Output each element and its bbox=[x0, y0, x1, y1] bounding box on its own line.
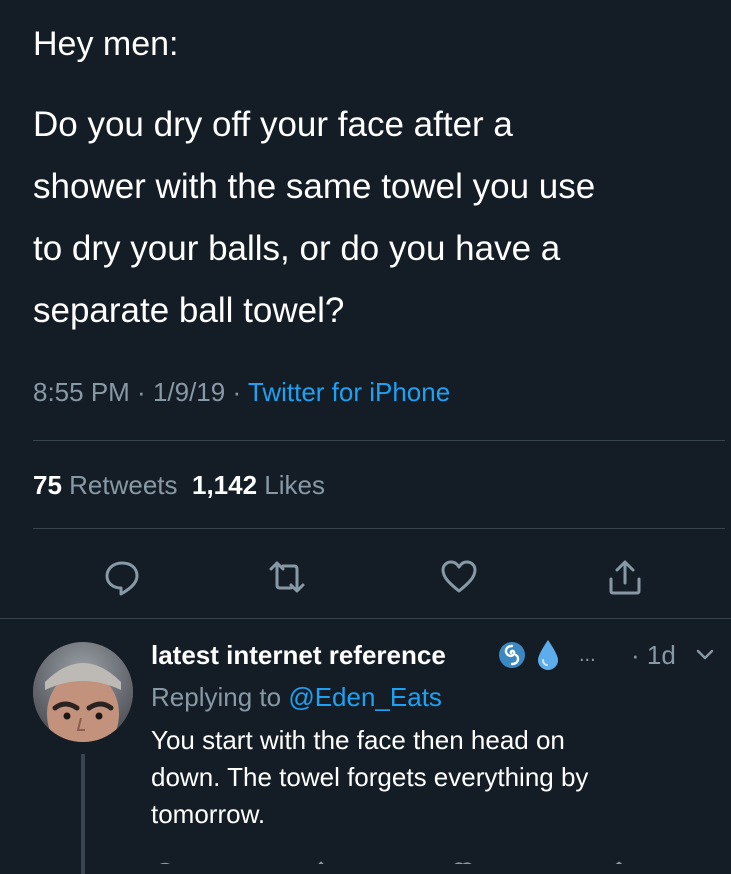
reply-tweet[interactable]: latest internet reference ... · 1d Reply… bbox=[0, 620, 731, 874]
reply-author-name[interactable]: latest internet reference bbox=[151, 636, 446, 674]
tweet-actions bbox=[0, 552, 731, 602]
retweets-stat[interactable]: 75 Retweets bbox=[33, 470, 178, 500]
retweets-count: 75 bbox=[33, 470, 62, 500]
tweet-time: 8:55 PM bbox=[33, 377, 130, 407]
avatar[interactable] bbox=[33, 642, 133, 742]
meta-separator: · bbox=[129, 377, 153, 407]
tweet-body-line: to dry your balls, or do you have a bbox=[33, 229, 561, 268]
tweet-stats: 75 Retweets 1,142 Likes bbox=[33, 467, 325, 503]
tweet-body-line: separate ball towel? bbox=[33, 291, 345, 330]
chevron-down-icon[interactable] bbox=[694, 644, 716, 671]
likes-stat[interactable]: 1,142 Likes bbox=[192, 470, 325, 500]
share-button[interactable] bbox=[600, 552, 650, 602]
reply-body-line: tomorrow. bbox=[151, 799, 266, 829]
likes-count: 1,142 bbox=[191, 470, 258, 500]
replying-to: Replying to @Eden_Eats bbox=[151, 678, 442, 716]
divider bbox=[0, 618, 731, 619]
tweet-meta: 8:55 PM · 1/9/19 · Twitter for iPhone bbox=[33, 374, 450, 410]
replying-handle-link[interactable]: @Eden_Eats bbox=[288, 682, 442, 712]
divider bbox=[33, 440, 725, 441]
replying-prefix: Replying to bbox=[151, 682, 289, 712]
reply-body: You start with the face then head on dow… bbox=[151, 722, 711, 833]
tweet-body-line: Do you dry off your face after a bbox=[33, 105, 513, 144]
reply-button[interactable] bbox=[97, 552, 147, 602]
cyclone-emoji bbox=[497, 640, 527, 675]
retweets-label: Retweets bbox=[61, 470, 178, 500]
tweet-source-link[interactable]: Twitter for iPhone bbox=[248, 377, 450, 407]
retweet-button[interactable] bbox=[262, 552, 312, 602]
reply-header: latest internet reference ... · 1d bbox=[151, 636, 721, 676]
meta-separator: · bbox=[225, 377, 248, 407]
reply-time[interactable]: · 1d bbox=[631, 636, 676, 674]
reply-actions-partial bbox=[151, 856, 671, 864]
tweet-greeting: Hey men: bbox=[33, 25, 179, 63]
tweet-body-line: shower with the same towel you use bbox=[33, 167, 596, 206]
likes-label: Likes bbox=[257, 470, 325, 500]
thread-line bbox=[81, 754, 85, 874]
tweet-body: Do you dry off your face after a shower … bbox=[33, 94, 703, 342]
share-icon bbox=[609, 560, 641, 595]
reply-body-line: down. The towel forgets everything by bbox=[151, 762, 589, 792]
tweet-date: 1/9/19 bbox=[152, 377, 226, 407]
reply-icon bbox=[105, 561, 139, 596]
avatar-image bbox=[33, 642, 133, 742]
divider bbox=[33, 528, 725, 529]
name-truncation: ... bbox=[579, 644, 596, 666]
retweet-icon bbox=[269, 561, 305, 593]
reply-body-line: You start with the face then head on bbox=[151, 725, 565, 755]
like-icon bbox=[441, 560, 477, 593]
droplet-emoji bbox=[535, 638, 561, 677]
like-button[interactable] bbox=[434, 552, 484, 602]
